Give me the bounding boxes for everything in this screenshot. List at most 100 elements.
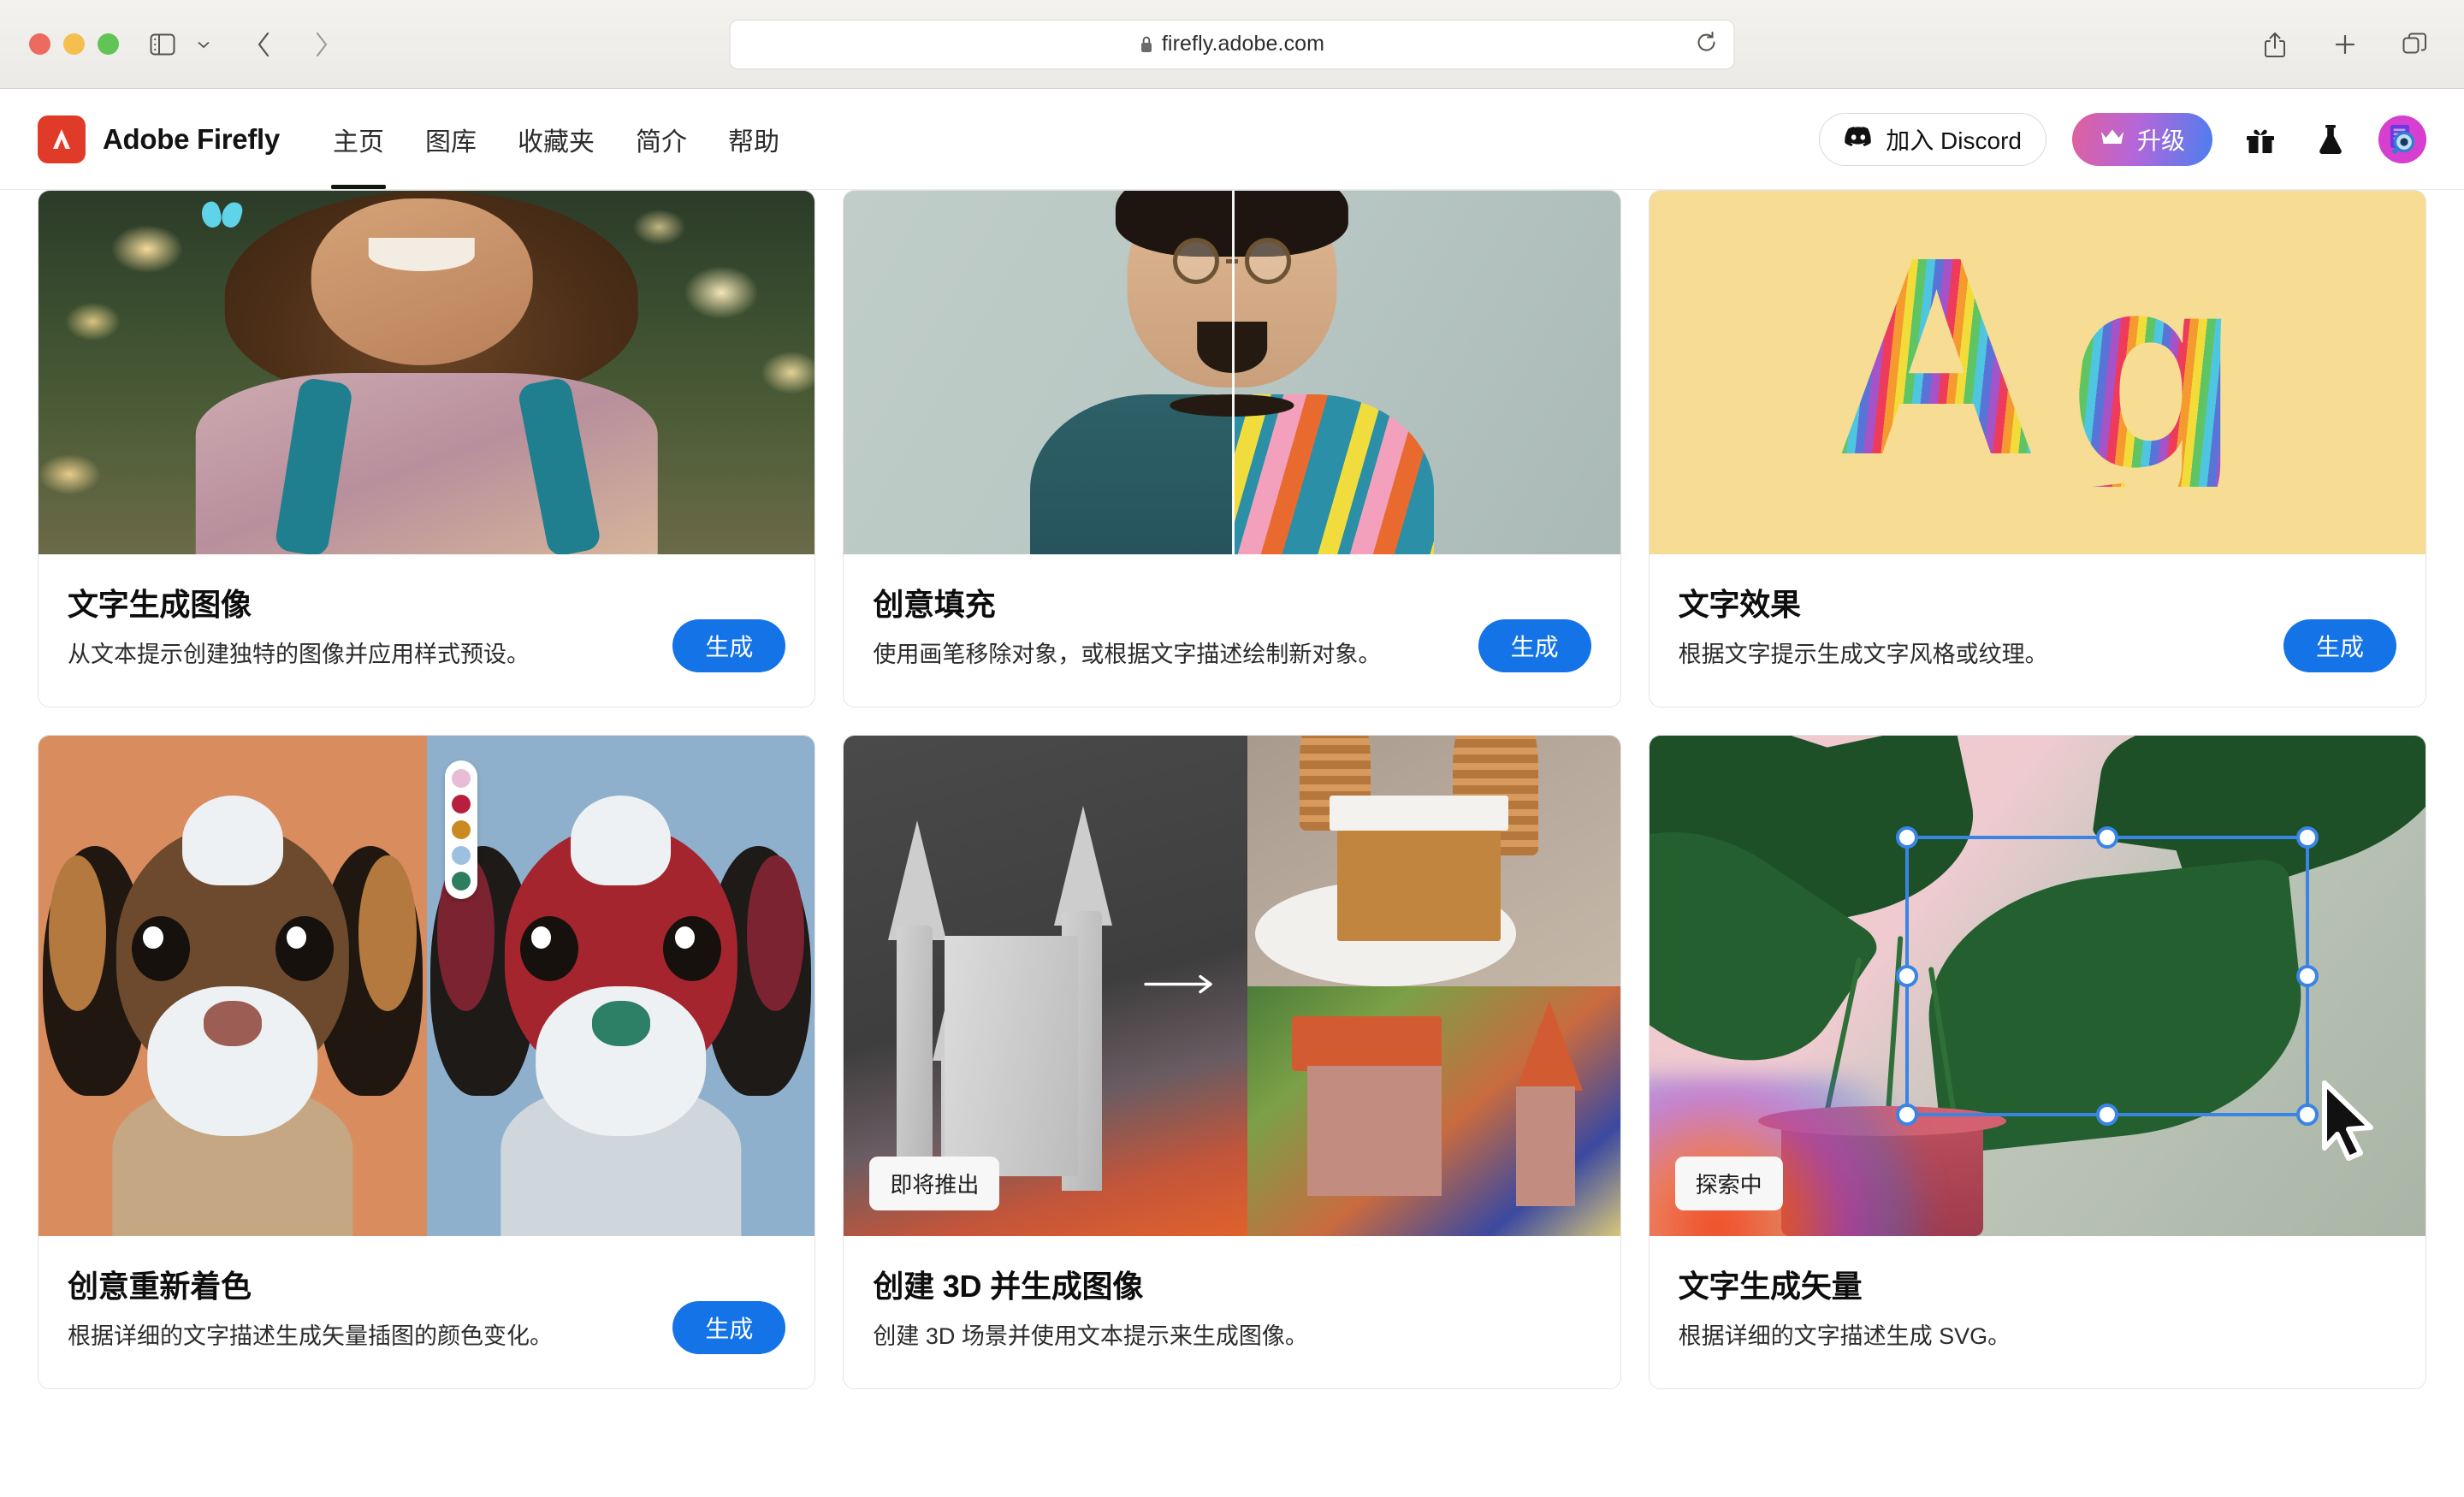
close-window-button[interactable] <box>29 33 50 55</box>
nav-item-gallery[interactable]: 图库 <box>405 89 497 189</box>
card-description: 使用画笔移除对象，或根据文字描述绘制新对象。 <box>873 642 1382 667</box>
card-media-3d-to-image: 即将推出 <box>844 736 1620 1236</box>
forward-chevron-icon[interactable] <box>302 25 341 64</box>
swatch-2[interactable] <box>451 795 471 814</box>
join-discord-label: 加入 Discord <box>1886 127 2022 154</box>
minimize-window-button[interactable] <box>63 33 85 55</box>
lock-icon <box>1140 35 1154 54</box>
selection-handle[interactable] <box>1896 1103 1919 1126</box>
selection-handle[interactable] <box>2095 826 2118 849</box>
nav-item-help[interactable]: 帮助 <box>708 89 800 189</box>
generate-button[interactable]: 生成 <box>1478 619 1591 672</box>
card-media-text-to-vector: 探索中 <box>1649 736 2426 1236</box>
card-title: 创建 3D 并生成图像 <box>873 1269 1144 1304</box>
browser-right-toolbar <box>2255 25 2435 64</box>
brand[interactable]: Adobe Firefly <box>38 115 280 163</box>
card-body-3d-to-image: 创建 3D 并生成图像 创建 3D 场景并使用文本提示来生成图像。 生成 <box>844 1236 1620 1388</box>
color-palette-swatches[interactable] <box>444 760 477 900</box>
generate-button[interactable]: 生成 <box>672 1301 786 1354</box>
transform-arrow-icon <box>1142 973 1219 999</box>
art-split-portrait <box>844 191 1620 554</box>
swatch-1[interactable] <box>451 769 471 789</box>
card-description: 根据文字提示生成文字风格或纹理。 <box>1678 642 2048 667</box>
card-body-text-to-vector: 文字生成矢量 根据详细的文字描述生成 SVG。 生成 <box>1650 1236 2426 1388</box>
card-body-text-effects: 文字效果 根据文字提示生成文字风格或纹理。 生成 <box>1650 554 2426 707</box>
card-generative-fill[interactable]: 创意填充 使用画笔移除对象，或根据文字描述绘制新对象。 生成 <box>843 190 1621 707</box>
reload-icon[interactable] <box>1695 30 1719 58</box>
feature-card-grid: 文字生成图像 从文本提示创建独特的图像并应用样式预设。 生成 创意填充 使用画笔… <box>38 190 2426 1389</box>
card-generative-recolor[interactable]: 创意重新着色 根据详细的文字描述生成矢量插图的颜色变化。 生成 <box>38 735 816 1389</box>
card-media-generative-recolor <box>38 736 815 1236</box>
card-3d-to-image[interactable]: 即将推出 创建 3D 并生成图像 创建 3D 场景并使用文本提示来生成图像。 生… <box>843 735 1621 1389</box>
gift-icon[interactable] <box>2238 117 2283 162</box>
card-body-generative-recolor: 创意重新着色 根据详细的文字描述生成矢量插图的颜色变化。 生成 <box>38 1236 814 1388</box>
card-body-text-to-image: 文字生成图像 从文本提示创建独特的图像并应用样式预设。 生成 <box>38 554 814 707</box>
share-icon[interactable] <box>2255 25 2295 64</box>
art-two-dogs <box>38 736 815 1236</box>
card-title: 文字效果 <box>1678 587 1801 622</box>
status-badge: 即将推出 <box>869 1157 1000 1210</box>
card-text-effects[interactable]: A g 文字效果 根据文字提示生成文字风格或纹理。 生成 <box>1648 190 2426 707</box>
sidebar-controls <box>143 25 223 64</box>
selection-handle[interactable] <box>2295 1103 2319 1126</box>
selection-handle[interactable] <box>2295 826 2319 849</box>
browser-navigation <box>244 25 341 64</box>
header-actions: 加入 Discord 升级 <box>1819 112 2426 166</box>
back-chevron-icon[interactable] <box>244 25 283 64</box>
card-text-to-image[interactable]: 文字生成图像 从文本提示创建独特的图像并应用样式预设。 生成 <box>38 190 816 707</box>
sidebar-toggle-icon[interactable] <box>143 25 182 64</box>
selection-handle[interactable] <box>1896 964 1919 987</box>
generate-button[interactable]: 生成 <box>2283 619 2396 672</box>
beaker-icon[interactable] <box>2308 117 2353 162</box>
swatch-3[interactable] <box>451 820 471 840</box>
card-title: 创意重新着色 <box>68 1269 252 1304</box>
card-media-generative-fill <box>844 191 1620 554</box>
discord-icon <box>1844 126 1873 152</box>
window-traffic-lights <box>29 33 119 55</box>
generate-button[interactable]: 生成 <box>672 619 786 672</box>
art-rainbow-letters: A g <box>1649 191 2426 554</box>
card-title: 文字生成图像 <box>68 587 252 622</box>
card-description: 从文本提示创建独特的图像并应用样式预设。 <box>68 642 530 667</box>
card-description: 创建 3D 场景并使用文本提示来生成图像。 <box>873 1323 1308 1349</box>
brand-name: Adobe Firefly <box>103 122 280 155</box>
dog-original <box>38 736 427 1236</box>
plus-icon[interactable] <box>2325 25 2365 64</box>
main-navigation: 主页 图库 收藏夹 简介 帮助 <box>312 89 800 189</box>
letter-a: A <box>1834 198 2039 514</box>
chevron-down-icon[interactable] <box>184 25 223 64</box>
vector-selection-box[interactable] <box>1896 826 2319 1126</box>
crown-icon <box>2100 127 2125 151</box>
gingerbread-castle-pane <box>1247 736 1620 986</box>
address-bar[interactable]: firefly.adobe.com <box>729 19 1735 69</box>
nav-item-home[interactable]: 主页 <box>312 89 405 189</box>
user-avatar[interactable] <box>2378 115 2426 163</box>
cursor-arrow-icon <box>2318 1080 2379 1166</box>
selection-handle[interactable] <box>2095 1103 2118 1126</box>
url-text: firefly.adobe.com <box>1161 32 1325 56</box>
selection-handle[interactable] <box>1896 826 1919 849</box>
watercolor-castle-pane <box>1247 985 1620 1236</box>
dog-recolored <box>426 736 815 1236</box>
upgrade-button[interactable]: 升级 <box>2071 112 2212 166</box>
address-bar-container: firefly.adobe.com <box>729 19 1735 69</box>
card-text-to-vector[interactable]: 探索中 文字生成矢量 根据详细的文字描述生成 SVG。 生成 <box>1648 735 2426 1389</box>
browser-chrome: firefly.adobe.com <box>0 0 2464 89</box>
adobe-firefly-logo <box>38 115 86 163</box>
card-description: 根据详细的文字描述生成 SVG。 <box>1678 1323 2011 1349</box>
card-media-text-effects: A g <box>1649 191 2426 554</box>
selection-handle[interactable] <box>2295 964 2319 987</box>
join-discord-button[interactable]: 加入 Discord <box>1819 112 2046 166</box>
card-title: 文字生成矢量 <box>1678 1269 1863 1304</box>
tab-overview-icon[interactable] <box>2396 25 2435 64</box>
swatch-4[interactable] <box>451 846 471 866</box>
swatch-5[interactable] <box>451 872 471 891</box>
zoom-window-button[interactable] <box>98 33 119 55</box>
firefly-header: Adobe Firefly 主页 图库 收藏夹 简介 帮助 加入 Discord… <box>0 89 2464 190</box>
art-monstera-vector: 探索中 <box>1649 736 2426 1236</box>
main-content: 文字生成图像 从文本提示创建独特的图像并应用样式预设。 生成 创意填充 使用画笔… <box>0 190 2464 1497</box>
status-badge: 探索中 <box>1674 1157 1783 1210</box>
nav-item-favorites[interactable]: 收藏夹 <box>497 89 615 189</box>
card-title: 创意填充 <box>873 587 996 622</box>
nav-item-about[interactable]: 简介 <box>615 89 708 189</box>
